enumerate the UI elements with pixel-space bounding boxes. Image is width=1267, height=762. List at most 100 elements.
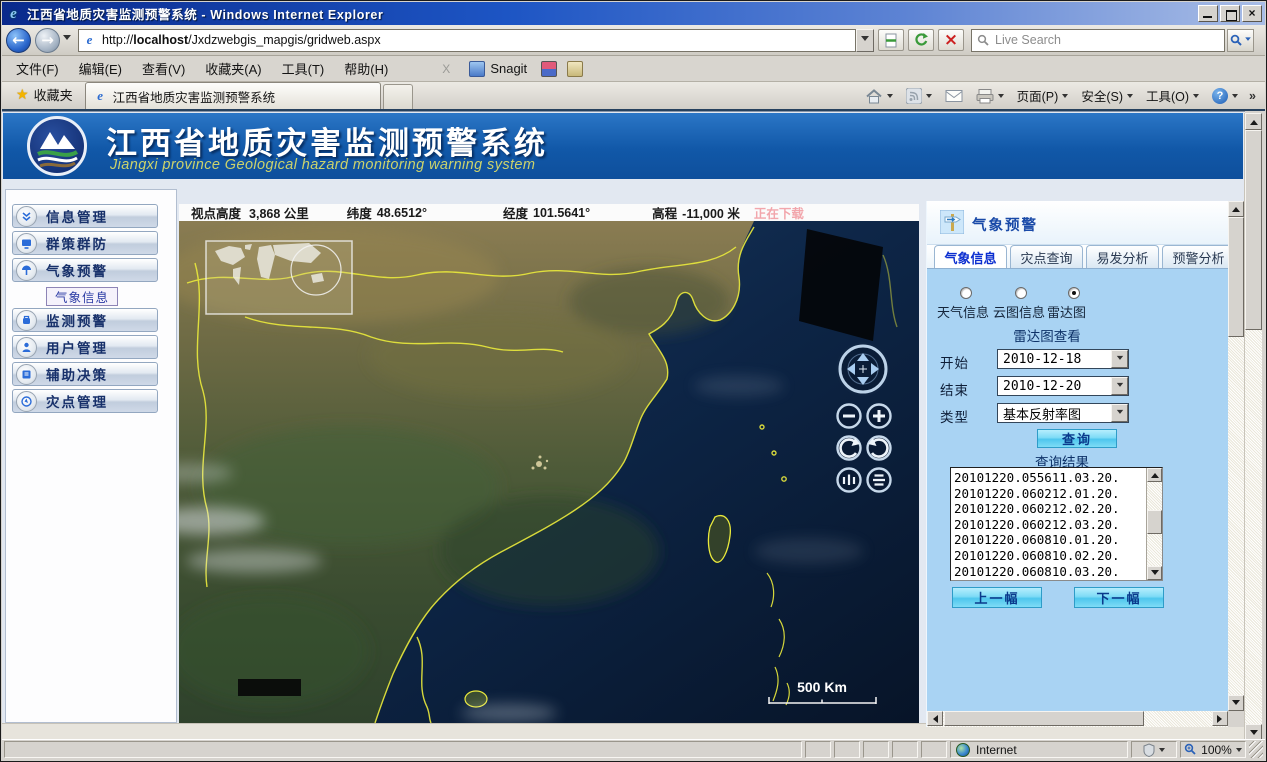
zoom-control[interactable]: 100% [1180,741,1246,758]
print-button[interactable] [971,85,1009,107]
page-menu-button[interactable]: 页面(P) [1012,83,1074,108]
snagit-label[interactable]: Snagit [490,61,527,76]
toolbar-overflow-button[interactable]: » [1246,89,1259,103]
list-item[interactable]: 20101220.060810.03.20. [954,564,1146,580]
sidebar-item-decision-support[interactable]: 辅助决策 [12,362,158,386]
query-button[interactable]: 查询 [1037,429,1117,448]
scroll-thumb[interactable] [1245,130,1262,330]
zoom-out-button[interactable] [838,405,861,428]
home-button[interactable] [860,85,898,107]
chevron-down-icon[interactable] [1111,377,1128,395]
list-item[interactable]: 20101220.060212.02.20. [954,501,1146,517]
radio-label-cloud[interactable]: 云图信息 [993,302,1045,321]
toolbar-close-button[interactable]: X [442,62,450,76]
stop-button[interactable] [938,29,964,51]
chevron-down-icon[interactable] [1111,404,1128,422]
status-message-area [4,741,802,758]
list-item[interactable]: 20101220.055611.03.20. [954,470,1146,486]
protected-mode-button[interactable] [1131,741,1177,758]
read-mail-button[interactable] [940,85,968,106]
type-select[interactable]: 基本反射率图 [997,403,1129,423]
rotate-right-button[interactable] [868,437,891,460]
scroll-thumb[interactable] [944,711,1144,726]
tab-susceptibility-analysis[interactable]: 易发分析 [1086,245,1159,269]
maximize-button[interactable] [1220,5,1240,22]
feeds-button[interactable] [901,85,937,107]
chevron-down-icon[interactable] [1111,350,1128,368]
sidebar-subitem-weather-info[interactable]: 气象信息 [46,287,118,306]
snagit-editor-icon[interactable] [567,61,583,77]
back-button[interactable] [6,28,31,53]
list-item[interactable]: 20101220.060810.01.20. [954,532,1146,548]
menu-view[interactable]: 查看(V) [132,55,195,82]
sidebar-item-user-management[interactable]: 用户管理 [12,335,158,359]
rotate-left-button[interactable] [838,437,861,460]
close-button[interactable]: × [1242,5,1262,22]
new-tab-button[interactable] [383,84,413,109]
list-item[interactable]: 20101220.060212.03.20. [954,517,1146,533]
tab-weather-info[interactable]: 气象信息 [934,245,1007,269]
scroll-thumb[interactable] [1228,217,1244,337]
list-scrollbar[interactable] [1146,468,1162,580]
resize-grip[interactable] [1249,741,1263,758]
layers-button[interactable] [868,469,891,492]
scroll-up-button[interactable] [1245,113,1262,130]
scroll-down-button[interactable] [1147,566,1162,580]
menu-help[interactable]: 帮助(H) [334,55,398,82]
safety-menu-button[interactable]: 安全(S) [1076,83,1138,108]
zoom-in-button[interactable] [868,405,891,428]
list-item[interactable]: 20101220.060810.02.20. [954,548,1146,564]
search-go-button[interactable] [1227,29,1254,52]
radio-weather-info[interactable] [960,287,972,299]
scroll-thumb[interactable] [1147,510,1162,534]
tab-warning-analysis[interactable]: 预警分析 [1162,245,1228,269]
panel-vertical-scrollbar[interactable] [1228,201,1245,711]
address-dropdown-button[interactable] [856,29,874,52]
sidebar-item-weather-warning[interactable]: 气象预警 [12,258,158,282]
start-date-select[interactable]: 2010-12-18 [997,349,1129,369]
menu-tools[interactable]: 工具(T) [272,55,335,82]
forward-button[interactable] [35,28,60,53]
radio-radar-image[interactable] [1068,287,1080,299]
scroll-up-button[interactable] [1228,201,1244,217]
next-image-button[interactable]: 下一幅 [1074,587,1164,608]
globe-view[interactable]: 500 Km [179,221,919,723]
scroll-right-button[interactable] [1212,711,1228,726]
snagit-window-icon[interactable] [469,61,485,77]
previous-image-button[interactable]: 上一幅 [952,587,1042,608]
address-input[interactable]: http://localhost/Jxdzwebgis_mapgis/gridw… [78,29,856,52]
help-menu-button[interactable] [1207,85,1243,107]
minimize-button[interactable] [1198,5,1218,22]
radio-label-weather[interactable]: 天气信息 [937,302,989,321]
scroll-left-button[interactable] [927,711,943,726]
overview-map[interactable] [206,241,352,314]
history-dropdown[interactable] [60,31,74,49]
tab-active[interactable]: 江西省地质灾害监测预警系统 [85,82,381,109]
compass-control[interactable] [836,342,890,396]
menu-file[interactable]: 文件(F) [6,55,69,82]
tools-menu-button[interactable]: 工具(O) [1141,83,1204,108]
radio-cloud-image[interactable] [1015,287,1027,299]
snagit-profile-icon[interactable] [541,61,557,77]
search-input[interactable]: Live Search [971,29,1225,52]
sidebar-item-info-management[interactable]: 信息管理 [12,204,158,228]
status-cell [892,741,918,758]
favorites-button[interactable]: 收藏夹 [7,83,82,106]
tab-hazard-query[interactable]: 灾点查询 [1010,245,1083,269]
refresh-button[interactable] [908,29,934,51]
menu-favorites[interactable]: 收藏夹(A) [195,55,271,82]
results-listbox[interactable]: 20101220.055611.03.20. 20101220.060212.0… [950,467,1163,581]
list-item[interactable]: 20101220.060212.01.20. [954,486,1146,502]
browser-vertical-scrollbar[interactable] [1244,113,1262,741]
menu-edit[interactable]: 编辑(E) [69,55,132,82]
end-date-select[interactable]: 2010-12-20 [997,376,1129,396]
sidebar-item-group-prevention[interactable]: 群策群防 [12,231,158,255]
scroll-up-button[interactable] [1147,468,1162,482]
sidebar-item-monitoring-warning[interactable]: 监测预警 [12,308,158,332]
radio-label-radar[interactable]: 雷达图 [1047,302,1086,321]
panel-horizontal-scrollbar[interactable] [927,711,1228,727]
tilt-button[interactable] [838,469,861,492]
scroll-down-button[interactable] [1228,695,1244,711]
compatibility-view-button[interactable] [878,29,904,51]
sidebar-item-hazard-management[interactable]: 灾点管理 [12,389,158,413]
